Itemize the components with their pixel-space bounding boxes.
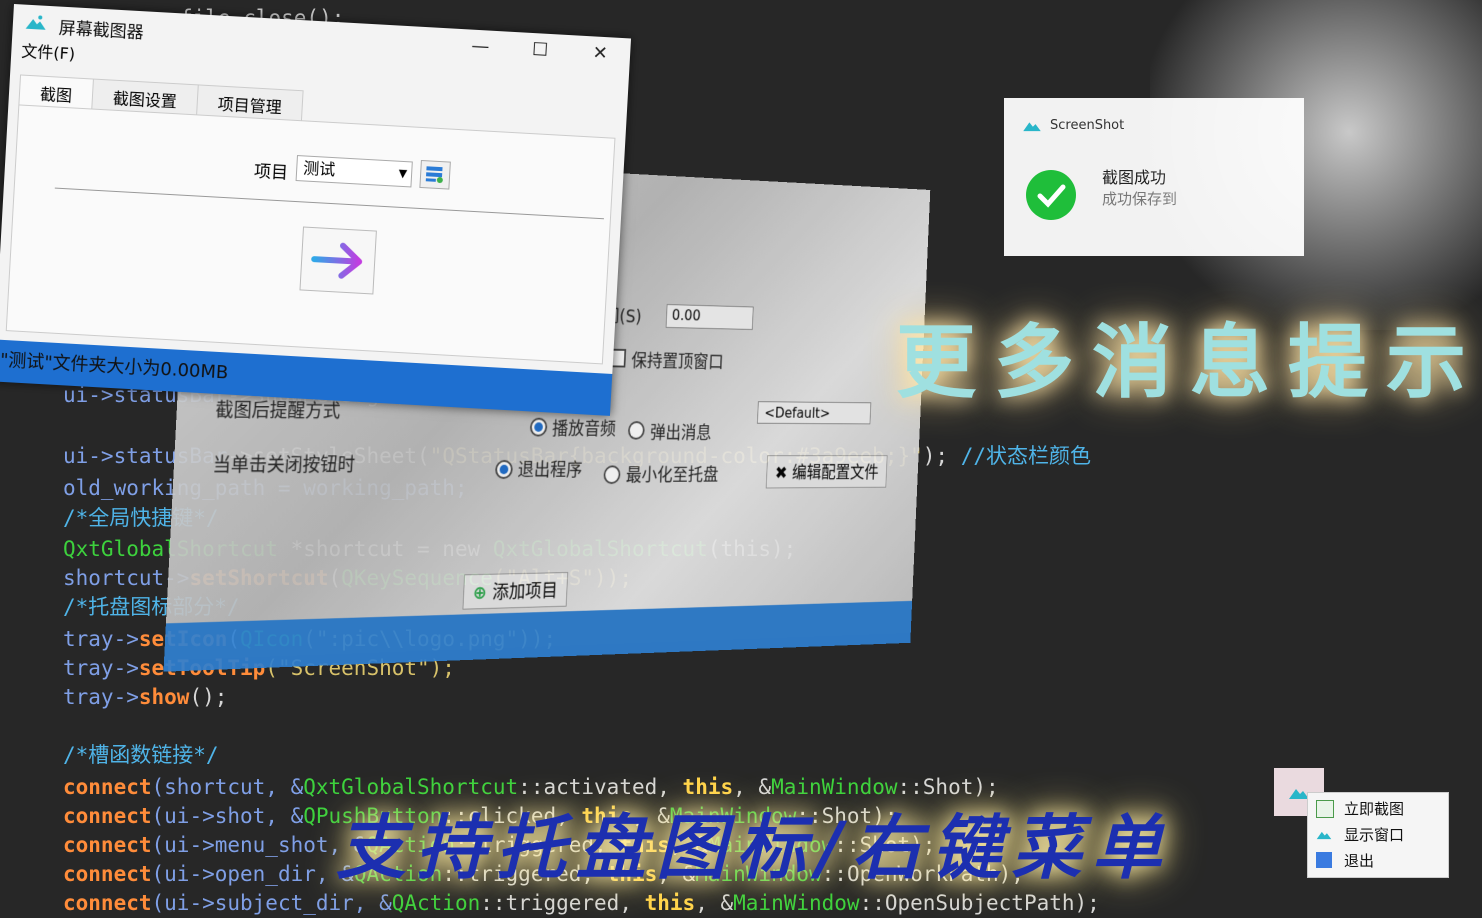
code-line: connect(ui->subject_dir, &QAction::trigg… bbox=[63, 889, 1100, 918]
app-logo-icon bbox=[1022, 118, 1042, 132]
code-token: tray-> bbox=[63, 685, 139, 709]
particle-dissolve-effect bbox=[1150, 0, 1482, 330]
check-circle-icon bbox=[1026, 170, 1076, 220]
tab-panel: 项目 测试 ▼ bbox=[6, 104, 616, 364]
play-audio-radio[interactable] bbox=[530, 418, 548, 437]
code-token: ::OpenSubjectPath); bbox=[860, 891, 1100, 915]
code-token: connect bbox=[63, 804, 152, 828]
close-label: 当单击关闭按钮时 bbox=[212, 450, 356, 477]
window-title: 屏幕截图器 bbox=[58, 14, 144, 44]
min-tray-radio[interactable] bbox=[603, 465, 620, 484]
code-token: (ui->subject_dir, & bbox=[152, 891, 392, 915]
tray-context-menu: 立即截图 显示窗口 退出 bbox=[1307, 792, 1449, 878]
menu-item-label: 退出 bbox=[1344, 849, 1374, 873]
code-token: ); bbox=[923, 444, 961, 468]
code-token: connect bbox=[63, 775, 152, 799]
add-project-button[interactable]: ⊕ 添加项目 bbox=[462, 572, 567, 610]
exit-program-label: 退出程序 bbox=[517, 456, 583, 481]
min-tray-label: 最小化至托盘 bbox=[625, 462, 718, 487]
exit-icon bbox=[1316, 852, 1332, 868]
code-token: this bbox=[645, 891, 696, 915]
code-line: /*槽函数链接*/ bbox=[63, 741, 219, 770]
project-label: 项目 bbox=[253, 157, 288, 184]
code-token: ui-> bbox=[63, 444, 114, 468]
code-token: MainWindow bbox=[733, 891, 859, 915]
code-token: (shortcut, & bbox=[152, 775, 304, 799]
code-token: (ui->menu_shot, & bbox=[152, 833, 367, 857]
exit-program-radio[interactable] bbox=[495, 460, 513, 479]
play-audio-label: 播放音频 bbox=[552, 415, 617, 440]
arrow-right-icon bbox=[301, 228, 376, 294]
code-token: show bbox=[139, 685, 190, 709]
code-token: (); bbox=[189, 685, 227, 709]
project-list-button[interactable] bbox=[419, 160, 451, 190]
menu-file[interactable]: 文件(F) bbox=[21, 42, 76, 64]
toast-app-name: ScreenShot bbox=[1050, 118, 1124, 133]
code-token: , & bbox=[695, 891, 733, 915]
banner-tray-support: 支持托盘图标/右键菜单 bbox=[336, 792, 1172, 893]
code-token: connect bbox=[63, 833, 152, 857]
code-token: //状态栏颜色 bbox=[961, 444, 1091, 468]
code-token: connect bbox=[63, 891, 152, 915]
add-project-label: 添加项目 bbox=[492, 581, 558, 603]
code-line: tray->show(); bbox=[63, 683, 227, 712]
menu-item-label: 立即截图 bbox=[1344, 797, 1404, 821]
minimize-button[interactable]: — bbox=[460, 35, 501, 58]
popup-msg-label: 弹出消息 bbox=[650, 419, 712, 444]
code-token: (ui->open_dir, & bbox=[152, 862, 354, 886]
code-token: tray-> bbox=[63, 627, 139, 651]
chevron-down-icon: ▼ bbox=[398, 162, 408, 186]
popup-msg-radio[interactable] bbox=[628, 421, 645, 440]
close-button[interactable]: ✕ bbox=[580, 42, 621, 65]
code-token: (ui->shot, & bbox=[152, 804, 304, 828]
code-token: connect bbox=[63, 862, 152, 886]
main-window: 屏幕截图器 — ☐ ✕ 文件(F) 截图 截图设置 项目管理 项目 测试 ▼ "… bbox=[0, 4, 631, 416]
image-icon bbox=[1316, 800, 1334, 818]
divider bbox=[55, 188, 604, 220]
keep-top-label: 保持置顶窗口 bbox=[631, 347, 724, 373]
code-token: ::triggered, bbox=[480, 891, 644, 915]
app-logo-icon bbox=[25, 14, 48, 31]
edit-config-button[interactable]: ✖ 编辑配置文件 bbox=[766, 455, 888, 488]
code-token: /*槽函数链接*/ bbox=[63, 743, 219, 767]
sound-combo[interactable]: <Default> bbox=[757, 401, 871, 424]
list-settings-icon bbox=[421, 161, 448, 186]
wrench-icon: ✖ bbox=[775, 463, 793, 483]
project-select[interactable]: 测试 ▼ bbox=[296, 155, 413, 187]
delay-spinbox[interactable]: 0.00 bbox=[666, 304, 754, 330]
add-icon: ⊕ bbox=[472, 582, 493, 603]
app-logo-icon bbox=[1316, 826, 1332, 842]
code-token: QAction bbox=[392, 891, 481, 915]
project-select-value: 测试 bbox=[303, 158, 336, 179]
maximize-button[interactable]: ☐ bbox=[520, 38, 561, 61]
banner-more-notifications: 更多消息提示 bbox=[896, 298, 1482, 414]
edit-config-label: 编辑配置文件 bbox=[792, 463, 879, 483]
menu-item-label: 显示窗口 bbox=[1344, 823, 1404, 847]
code-token: tray-> bbox=[63, 656, 139, 680]
shot-button[interactable] bbox=[299, 226, 376, 294]
